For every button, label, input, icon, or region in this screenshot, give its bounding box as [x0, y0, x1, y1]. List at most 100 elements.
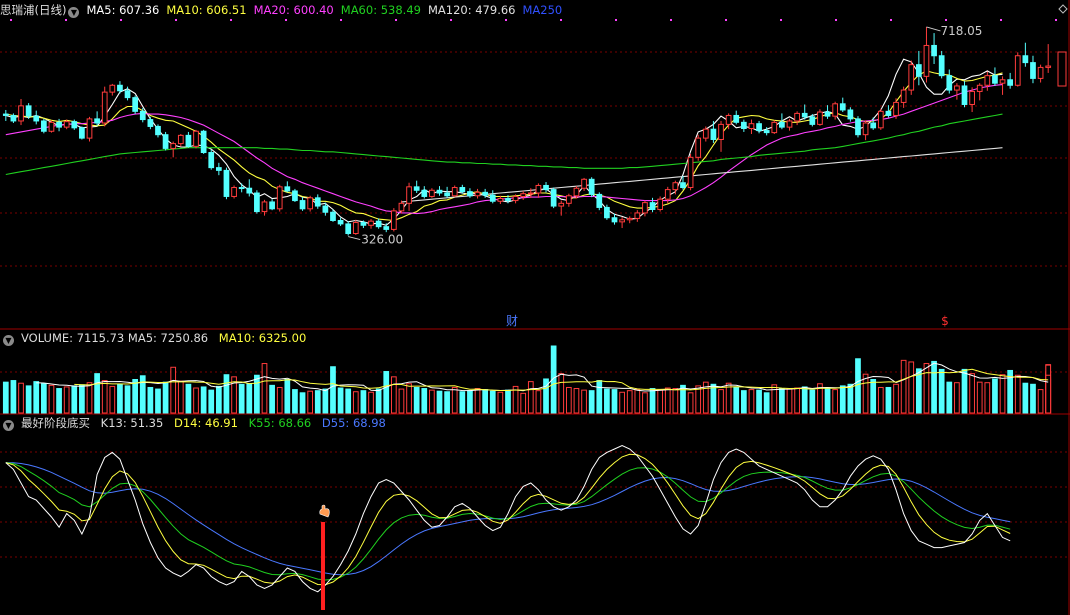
candle-body — [215, 167, 222, 171]
candle — [976, 83, 983, 101]
candle — [444, 186, 450, 198]
volume-bar — [223, 374, 230, 414]
candle — [954, 83, 960, 100]
candle-body — [550, 189, 557, 207]
candle — [634, 210, 641, 222]
candle-body — [702, 128, 709, 139]
candle-body — [352, 222, 359, 235]
volume-bar — [208, 389, 215, 414]
candle — [307, 195, 314, 212]
candle-body — [94, 118, 100, 124]
event-dot — [1000, 19, 1002, 21]
candle-body — [984, 75, 991, 86]
candle-body — [779, 121, 785, 128]
volume-bar — [1030, 383, 1036, 414]
event-marker: $ — [941, 314, 949, 328]
candle-body — [71, 121, 78, 129]
candle-body — [619, 219, 625, 223]
event-dot — [780, 19, 782, 21]
volume-bar — [999, 374, 1006, 414]
candle — [86, 116, 93, 142]
candle — [740, 119, 747, 132]
candle-body — [406, 186, 412, 204]
candle — [337, 217, 344, 226]
candle-body — [63, 121, 70, 128]
indicator-name: 最好阶段底买 — [21, 416, 90, 430]
candle-body — [223, 169, 230, 197]
candle-body — [520, 193, 527, 197]
volume-bar — [86, 382, 93, 414]
candle-body — [832, 103, 839, 117]
volume-bar — [238, 383, 245, 414]
volume-bar — [406, 383, 412, 414]
candle-body — [185, 134, 192, 147]
candle-body — [976, 84, 983, 92]
volume-bar — [337, 387, 344, 414]
legend-ma5: MA5: 607.36 — [86, 3, 160, 17]
candle — [992, 67, 998, 86]
chart-canvas[interactable]: 718.05 326.00 财 $ — [0, 0, 1070, 615]
chevron-down-icon[interactable]: ▼ — [3, 420, 14, 431]
volume-bar — [261, 363, 268, 414]
candle — [200, 129, 207, 154]
volume-bar — [170, 366, 177, 414]
candle-body — [634, 212, 641, 219]
event-dot — [285, 19, 287, 21]
candle-body — [855, 118, 861, 136]
candle-body — [79, 127, 85, 139]
volume-bar — [946, 381, 953, 414]
volume-bar — [18, 382, 24, 414]
candle-body — [771, 121, 778, 134]
chevron-down-icon[interactable]: ▼ — [3, 335, 14, 346]
candle-body — [558, 202, 565, 207]
candle-body — [794, 112, 800, 122]
chevron-down-icon[interactable]: ▼ — [68, 7, 80, 18]
candle-body — [40, 120, 47, 132]
candle-body — [390, 210, 397, 230]
candle — [345, 221, 352, 236]
event-dot — [175, 19, 177, 21]
event-dot — [560, 19, 562, 21]
volume-bar — [254, 374, 260, 414]
volume-bar — [345, 388, 352, 414]
candle — [687, 153, 694, 191]
candle-body — [299, 200, 306, 210]
candle — [839, 97, 846, 113]
candle-body — [573, 187, 580, 197]
volume-bar — [900, 359, 907, 414]
volume-bar — [360, 390, 367, 414]
candle — [702, 126, 709, 142]
candle-body — [1045, 65, 1052, 68]
candle — [254, 190, 260, 214]
candle — [162, 131, 169, 151]
candle-body — [56, 121, 62, 128]
volume-bar — [847, 383, 854, 414]
event-dot — [615, 19, 617, 21]
candle-body — [193, 130, 199, 147]
candle — [231, 185, 237, 199]
volume-bar — [619, 391, 625, 414]
volume-bar — [611, 389, 618, 414]
candle — [238, 183, 245, 193]
event-dot — [450, 19, 452, 21]
volume-bar — [429, 389, 435, 414]
volume-bar — [2, 381, 9, 414]
candle-body — [725, 114, 732, 125]
volume-bar — [299, 392, 306, 414]
candle — [604, 204, 610, 220]
candle-body — [847, 109, 854, 120]
volume-bar — [535, 390, 542, 414]
candle-body — [710, 128, 717, 140]
candle-body — [900, 89, 907, 103]
volume-bar — [908, 361, 915, 414]
candle-body — [444, 192, 450, 197]
hand-pointer-icon — [319, 504, 330, 518]
event-dot — [835, 19, 837, 21]
volume-bar — [398, 388, 405, 414]
candle-body — [284, 186, 291, 192]
diamond-icon — [1058, 4, 1068, 14]
volume-bar — [505, 389, 511, 414]
candle — [109, 83, 116, 96]
candle — [824, 105, 831, 119]
candle-body — [1022, 55, 1029, 64]
